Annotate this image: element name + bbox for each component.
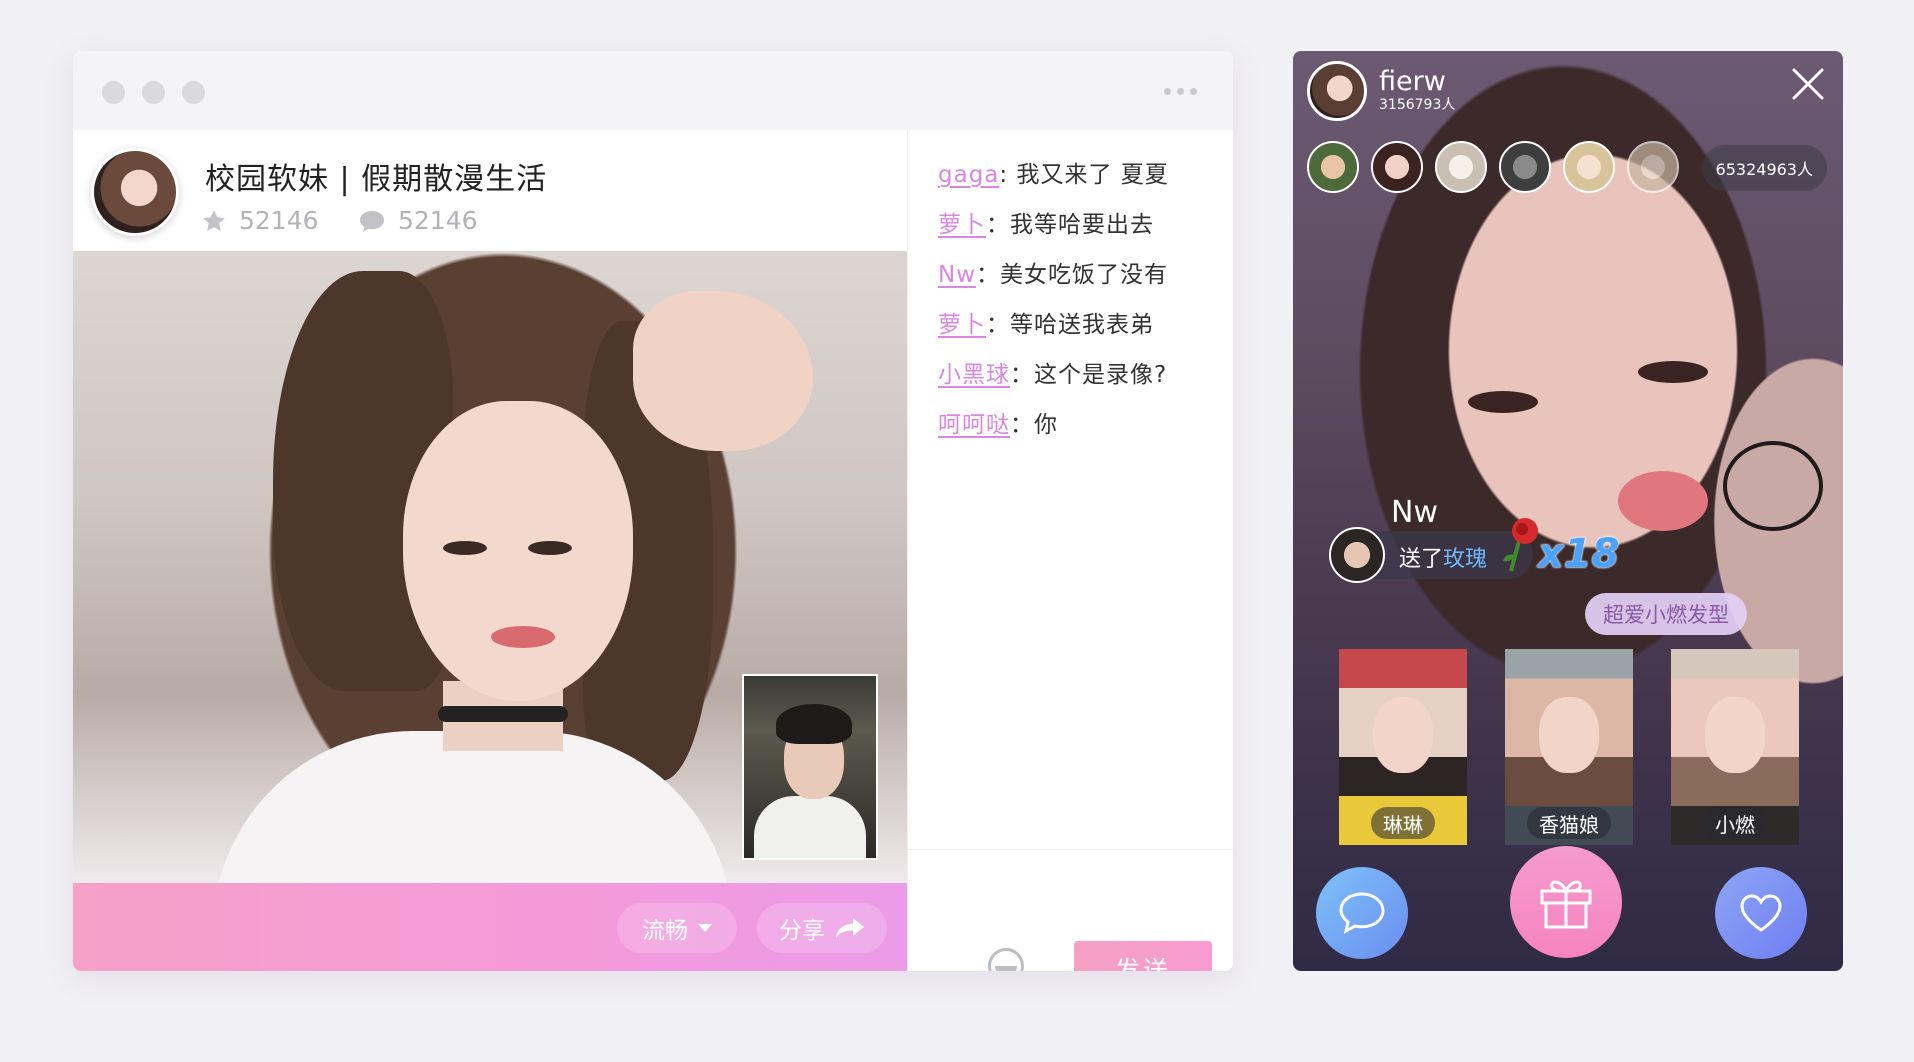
caret-down-icon xyxy=(698,924,712,932)
gift-button[interactable] xyxy=(1510,846,1622,958)
mobile-host-avatar[interactable] xyxy=(1307,61,1367,121)
heart-icon xyxy=(1740,894,1782,932)
comment-tag: 超爱小燃发型 xyxy=(1585,593,1747,635)
mobile-host-fans: 3156793人 xyxy=(1379,97,1456,113)
chat-message: 萝卜：等哈送我表弟 xyxy=(938,312,1154,338)
viewer-avatar[interactable] xyxy=(1627,141,1679,193)
comment-stat: 52146 xyxy=(358,206,478,235)
chat-text: 这个是录像? xyxy=(1034,362,1168,388)
comment-count: 52146 xyxy=(398,206,478,235)
send-button[interactable]: 发送 xyxy=(1074,941,1212,971)
gift-message: 送了玫瑰 xyxy=(1399,547,1488,572)
streamer-card[interactable]: 小燃 xyxy=(1671,649,1799,845)
gift-icon xyxy=(1540,880,1592,929)
viewer-avatar[interactable] xyxy=(1563,141,1615,193)
gift-name: 玫瑰 xyxy=(1443,547,1488,572)
chat-text: 我等哈要出去 xyxy=(1010,212,1154,238)
window-maximize-dot[interactable] xyxy=(182,81,205,104)
streamer-card-label: 琳琳 xyxy=(1371,807,1435,839)
room-title: 校园软妹 | 假期散漫生活 xyxy=(205,162,548,197)
chat-text: 美女吃饭了没有 xyxy=(1000,262,1169,288)
chat-message: 萝卜：我等哈要出去 xyxy=(938,212,1154,238)
chat-username[interactable]: Nw xyxy=(938,262,976,288)
chat-message: 小黑球：这个是录像? xyxy=(938,362,1168,388)
streamer-card-label: 香猫娘 xyxy=(1527,807,1611,839)
mobile-live-view: fierw 3156793人 65324963人 Nw 送了玫瑰 x18 超爱小… xyxy=(1293,51,1843,971)
share-button[interactable]: 分享 xyxy=(757,903,887,953)
host-header: 校园软妹 | 假期散漫生活 52146 52146 xyxy=(73,130,907,251)
gift-combo-count: x18 xyxy=(1538,531,1620,577)
viewer-avatar[interactable] xyxy=(1307,141,1359,193)
chat-text: 等哈送我表弟 xyxy=(1010,312,1154,338)
streamer-card[interactable]: 香猫娘 xyxy=(1505,649,1633,845)
title-bar xyxy=(73,51,1233,130)
quality-label: 流畅 xyxy=(642,918,688,944)
chat-username[interactable]: 萝卜 xyxy=(938,312,986,338)
chat-message-list: gaga: 我又来了 夏夏 萝卜：我等哈要出去 Nw：美女吃饭了没有 萝卜：等哈… xyxy=(938,150,1224,450)
picture-in-picture-video[interactable] xyxy=(742,674,878,860)
chat-divider xyxy=(908,849,1233,850)
chat-username[interactable]: 小黑球 xyxy=(938,362,1010,388)
share-arrow-icon xyxy=(836,918,864,938)
chat-text: 你 xyxy=(1034,412,1058,438)
chat-message: gaga: 我又来了 夏夏 xyxy=(938,162,1169,188)
mobile-host-info[interactable]: fierw 3156793人 xyxy=(1307,61,1455,121)
viewer-avatar[interactable] xyxy=(1435,141,1487,193)
video-control-bar: 流畅 分享 xyxy=(73,883,907,971)
chat-message: 呵呵哒：你 xyxy=(938,412,1058,438)
viewer-avatar-list xyxy=(1307,141,1679,193)
rose-icon xyxy=(1503,518,1538,572)
viewer-avatar[interactable] xyxy=(1499,141,1551,193)
chat-bubble-icon xyxy=(1339,892,1385,934)
chat-panel: gaga: 我又来了 夏夏 萝卜：我等哈要出去 Nw：美女吃饭了没有 萝卜：等哈… xyxy=(907,130,1233,971)
star-count: 52146 xyxy=(239,206,319,235)
star-icon xyxy=(203,209,225,231)
comment-icon xyxy=(360,210,384,232)
quality-dropdown[interactable]: 流畅 xyxy=(617,903,737,953)
live-room-window: 校园软妹 | 假期散漫生活 52146 52146 流畅 分享 gaga: 我又… xyxy=(73,51,1233,971)
chat-username[interactable]: 萝卜 xyxy=(938,212,986,238)
total-viewers-badge: 65324963人 xyxy=(1701,145,1827,191)
gift-sender-avatar xyxy=(1329,527,1385,583)
chat-text: 我又来了 夏夏 xyxy=(1008,162,1169,188)
chat-username[interactable]: 呵呵哒 xyxy=(938,412,1010,438)
live-video[interactable] xyxy=(73,251,907,883)
star-stat: 52146 xyxy=(201,206,319,235)
emoji-icon[interactable] xyxy=(988,948,1024,971)
viewer-avatar[interactable] xyxy=(1371,141,1423,193)
host-avatar[interactable] xyxy=(91,148,179,236)
window-minimize-dot[interactable] xyxy=(142,81,165,104)
close-icon[interactable] xyxy=(1791,67,1825,101)
chat-message: Nw：美女吃饭了没有 xyxy=(938,262,1169,288)
share-label: 分享 xyxy=(779,918,825,944)
video-panel: 校园软妹 | 假期散漫生活 52146 52146 流畅 分享 xyxy=(73,130,907,971)
streamer-card[interactable]: 琳琳 xyxy=(1339,649,1467,845)
like-button[interactable] xyxy=(1715,867,1807,959)
gift-sender-name: Nw xyxy=(1391,495,1438,530)
chat-button[interactable] xyxy=(1316,867,1408,959)
more-options-icon[interactable] xyxy=(1164,88,1197,95)
chat-username[interactable]: gaga xyxy=(938,162,999,188)
mobile-host-name: fierw xyxy=(1379,66,1446,97)
recommended-streamers: 琳琳 香猫娘 小燃 xyxy=(1339,649,1799,845)
window-close-dot[interactable] xyxy=(102,81,125,104)
streamer-card-label: 小燃 xyxy=(1703,807,1767,839)
